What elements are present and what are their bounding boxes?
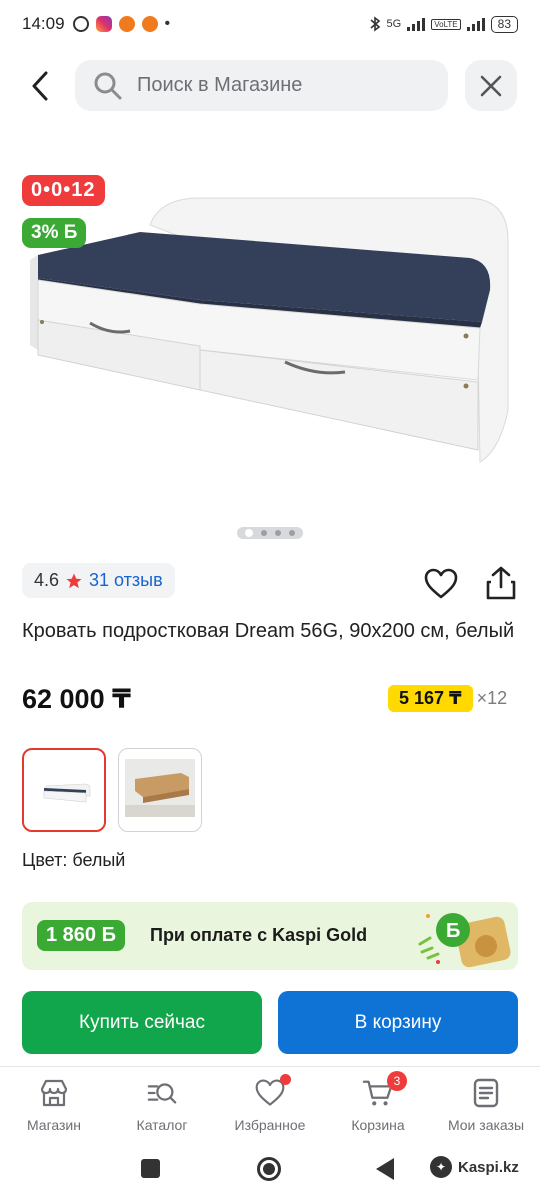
- star-icon: [66, 573, 82, 588]
- search-icon: [94, 72, 122, 99]
- reviews-link[interactable]: 31 отзыв: [89, 570, 163, 591]
- buy-now-button[interactable]: Купить сейчас: [22, 991, 262, 1054]
- chevron-left-icon: [32, 71, 48, 101]
- nav-item-orders[interactable]: Мои заказы: [432, 1067, 540, 1141]
- system-back-button[interactable]: [376, 1158, 394, 1180]
- battery-indicator: 83: [490, 15, 518, 33]
- nav-item-catalog[interactable]: Каталог: [108, 1067, 216, 1141]
- network-type: 5G: [386, 18, 402, 30]
- pager-dot: [275, 530, 281, 536]
- nav-item-cart[interactable]: 3 Корзина: [324, 1067, 432, 1141]
- nav-label: Избранное: [234, 1117, 306, 1133]
- heart-icon: [424, 568, 458, 599]
- color-variant-thumbnail-white[interactable]: [22, 748, 106, 832]
- instagram-icon: [95, 16, 112, 32]
- header: Поиск в Магазине: [0, 58, 540, 112]
- signal-icon: [407, 17, 426, 31]
- installment-amount: 5 167 ₸: [388, 685, 473, 712]
- share-icon: [486, 566, 516, 600]
- nav-label: Мои заказы: [447, 1117, 525, 1133]
- app-notification-icon: [118, 16, 135, 32]
- rating-value: 4.6: [34, 570, 60, 590]
- close-button[interactable]: [465, 60, 517, 111]
- thumbnail-image: [43, 783, 91, 803]
- home-button[interactable]: [257, 1157, 281, 1181]
- system-navigation-bar: ✦ Kaspi.kz: [0, 1148, 540, 1192]
- orders-icon: [470, 1077, 502, 1109]
- product-price: 62 000 ₸: [22, 684, 131, 714]
- color-variant-thumbnail-wood[interactable]: [118, 748, 202, 832]
- nav-item-store[interactable]: Магазин: [0, 1067, 108, 1141]
- gallery-pager: [237, 527, 303, 539]
- kaspi-logo-icon: ✦: [430, 1156, 452, 1178]
- status-time: 14:09: [22, 14, 65, 33]
- app-notification-icon: [141, 16, 158, 32]
- catalog-search-icon: [146, 1077, 178, 1109]
- svg-text:Б: Б: [446, 920, 460, 942]
- status-system-icons: 5G VoLTE 83: [369, 15, 518, 33]
- bonus-percent-badge: 3% Б: [22, 218, 87, 248]
- bluetooth-icon: [370, 16, 380, 32]
- kaspi-gold-card-icon: Б: [418, 913, 511, 968]
- thumbnail-image: [125, 759, 195, 817]
- signal-icon-2: [466, 17, 485, 31]
- pager-dot: [289, 530, 295, 536]
- kaspi-watermark: ✦ Kaspi.kz: [430, 1156, 519, 1178]
- alarm-icon: [72, 16, 89, 32]
- nav-item-favorites[interactable]: Избранное: [216, 1067, 324, 1141]
- nav-label: Магазин: [26, 1117, 81, 1133]
- cart-count-badge: 3: [387, 1071, 407, 1091]
- store-icon: [38, 1077, 70, 1109]
- favorites-indicator-dot: [280, 1074, 291, 1085]
- more-notifications-icon: •: [164, 15, 172, 32]
- pager-dot-active: [245, 529, 253, 537]
- color-label: Цвет: белый: [22, 850, 126, 870]
- kaspi-gold-bonus: 1 860 Б: [37, 920, 125, 951]
- product-image-gallery[interactable]: [0, 150, 540, 530]
- nav-label: Корзина: [351, 1117, 405, 1133]
- search-placeholder: Поиск в Магазине: [137, 74, 303, 96]
- recent-apps-button[interactable]: [141, 1159, 160, 1178]
- product-title: Кровать подростковая Dream 56G, 90x200 с…: [22, 620, 515, 642]
- kaspi-gold-banner[interactable]: 1 860 Б При оплате с Kaspi Gold Б: [22, 902, 518, 970]
- kaspi-gold-text: При оплате с Kaspi Gold: [150, 925, 368, 945]
- add-to-cart-button[interactable]: В корзину: [278, 991, 518, 1054]
- favorite-button[interactable]: [423, 566, 459, 602]
- bottom-navigation: Магазин Каталог Избранное 3 Корзина Мои …: [0, 1066, 540, 1141]
- volte-label: VoLTE: [431, 18, 461, 30]
- installment-info[interactable]: 5 167 ₸ ×12: [388, 685, 507, 712]
- status-notification-icons: •: [72, 15, 172, 33]
- back-button[interactable]: [18, 66, 62, 106]
- nav-label: Каталог: [136, 1117, 188, 1133]
- rating-chip[interactable]: 4.6 31 отзыв: [22, 563, 175, 598]
- search-input[interactable]: Поиск в Магазине: [75, 60, 448, 111]
- pager-dot: [261, 530, 267, 536]
- installment-term: ×12: [476, 688, 508, 708]
- share-button[interactable]: [484, 565, 518, 601]
- close-icon: [480, 75, 502, 96]
- product-image: [30, 197, 509, 463]
- status-bar: 14:09 • 5G VoLTE 83: [0, 0, 540, 48]
- promo-timer-badge: 0•0•12: [22, 175, 105, 206]
- watermark-text: Kaspi.kz: [458, 1158, 519, 1176]
